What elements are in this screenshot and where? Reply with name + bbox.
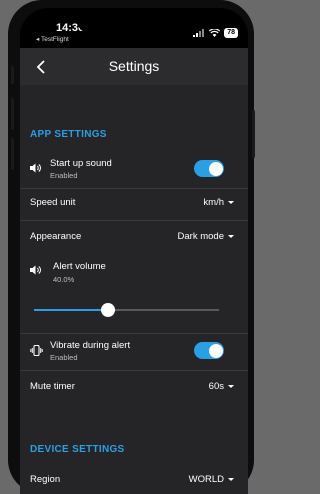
screen: 14:30 ◂ TestFlight 78 Settings APP SETTI… bbox=[20, 8, 248, 494]
appearance-row[interactable]: Appearance Dark mode bbox=[20, 221, 248, 251]
appearance-label: Appearance bbox=[30, 231, 82, 242]
power-button bbox=[252, 110, 255, 158]
startup-sound-label: Start up sound bbox=[50, 158, 112, 169]
dropdown-caret-icon bbox=[228, 200, 234, 204]
region-row[interactable]: Region WORLD bbox=[20, 467, 248, 493]
vibrate-row: Vibrate during alert Enabled bbox=[20, 334, 248, 368]
device-settings-heading: DEVICE SETTINGS bbox=[30, 444, 125, 455]
nav-header: Settings bbox=[20, 48, 248, 85]
toggle-knob bbox=[208, 343, 223, 358]
mute-timer-row[interactable]: Mute timer 60s bbox=[20, 371, 248, 401]
mute-timer-value: 60s bbox=[208, 381, 224, 392]
silent-switch bbox=[11, 66, 14, 84]
alert-volume-label: Alert volume bbox=[53, 261, 106, 272]
volume-up-button bbox=[11, 98, 14, 130]
slider-fill bbox=[34, 309, 108, 311]
wifi-icon bbox=[209, 24, 221, 42]
back-to-app-link[interactable]: ◂ TestFlight bbox=[36, 35, 69, 43]
speaker-icon bbox=[30, 160, 42, 178]
speed-unit-dropdown[interactable]: km/h bbox=[203, 197, 234, 208]
dropdown-caret-icon bbox=[228, 477, 234, 481]
alert-volume-slider[interactable] bbox=[34, 303, 219, 317]
status-icons: 78 bbox=[193, 24, 238, 42]
slider-thumb[interactable] bbox=[101, 303, 115, 317]
startup-sound-toggle[interactable] bbox=[194, 160, 224, 177]
alert-volume-value: 40.0% bbox=[53, 275, 75, 284]
vibrate-label: Vibrate during alert bbox=[50, 340, 131, 351]
region-dropdown[interactable]: WORLD bbox=[189, 474, 234, 485]
page-title: Settings bbox=[108, 58, 160, 74]
region-label: Region bbox=[30, 474, 61, 485]
app-settings-heading: APP SETTINGS bbox=[30, 129, 107, 140]
vibrate-icon bbox=[30, 343, 43, 361]
battery-indicator: 78 bbox=[224, 28, 238, 38]
alert-volume-row: Alert volume 40.0% bbox=[20, 257, 248, 327]
volume-down-button bbox=[11, 138, 14, 170]
dropdown-caret-icon bbox=[228, 384, 234, 388]
cellular-signal-icon bbox=[193, 24, 205, 42]
appearance-dropdown[interactable]: Dark mode bbox=[178, 231, 234, 242]
toggle-knob bbox=[208, 161, 223, 176]
mute-timer-label: Mute timer bbox=[30, 381, 75, 392]
region-value: WORLD bbox=[188, 474, 224, 485]
vibrate-status: Enabled bbox=[50, 353, 78, 362]
settings-list: APP SETTINGS Start up sound Enabled Spee… bbox=[20, 85, 248, 494]
notch bbox=[76, 8, 188, 34]
startup-sound-status: Enabled bbox=[50, 171, 78, 180]
startup-sound-row: Start up sound Enabled bbox=[20, 151, 248, 187]
appearance-value: Dark mode bbox=[177, 231, 224, 242]
vibrate-toggle[interactable] bbox=[194, 342, 224, 359]
speed-unit-label: Speed unit bbox=[30, 197, 76, 208]
mute-timer-dropdown[interactable]: 60s bbox=[209, 381, 234, 392]
dropdown-caret-icon bbox=[228, 234, 234, 238]
speed-unit-value: km/h bbox=[203, 197, 224, 208]
speaker-icon bbox=[30, 262, 42, 280]
speed-unit-row[interactable]: Speed unit km/h bbox=[20, 189, 248, 215]
